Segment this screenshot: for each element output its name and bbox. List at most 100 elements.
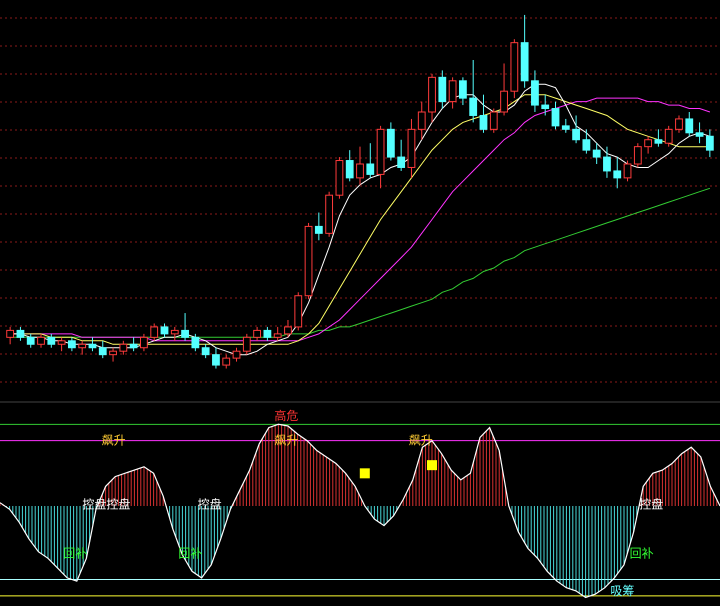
candle xyxy=(140,333,148,352)
candle-body xyxy=(705,135,714,151)
candle-body xyxy=(459,80,467,99)
candle xyxy=(438,70,447,109)
signal-label: 控盘 xyxy=(198,496,222,511)
candle xyxy=(531,70,539,112)
candle xyxy=(417,101,426,140)
candle-body xyxy=(675,118,683,130)
signal-label: 飙升 xyxy=(409,433,433,448)
candle-body xyxy=(397,156,406,168)
signal-label: 高危 xyxy=(274,408,298,423)
candle xyxy=(654,129,663,147)
candle-body xyxy=(386,128,395,158)
candle-body xyxy=(592,149,601,158)
candle-body xyxy=(572,128,580,141)
candle xyxy=(695,122,704,144)
candle-body xyxy=(16,329,25,338)
candle-body xyxy=(366,163,375,175)
candle-body xyxy=(26,336,35,345)
candle-body xyxy=(417,111,426,130)
candle-body xyxy=(685,118,694,134)
candle-body xyxy=(212,354,220,366)
candle-body xyxy=(78,343,87,349)
candle-body xyxy=(500,90,508,113)
candle xyxy=(644,136,653,154)
candle xyxy=(335,157,344,199)
signal-label: 吸筹 xyxy=(610,584,634,598)
candlestick-series xyxy=(6,14,714,369)
candle-body xyxy=(284,326,292,335)
candle xyxy=(78,340,87,355)
candle xyxy=(47,333,56,348)
candle-body xyxy=(448,80,457,103)
candle-body xyxy=(88,343,97,349)
candle xyxy=(633,143,642,168)
candle xyxy=(685,112,694,137)
candle-body xyxy=(541,104,550,110)
candle-body xyxy=(119,343,128,352)
candle xyxy=(170,326,179,341)
candle-body xyxy=(242,336,251,352)
candle xyxy=(109,347,117,362)
candle-body xyxy=(695,132,704,137)
candle xyxy=(16,326,25,341)
candle xyxy=(273,326,282,341)
candle xyxy=(294,292,303,331)
candle-body xyxy=(356,163,364,179)
candle xyxy=(37,333,45,348)
candle xyxy=(386,122,395,161)
candle-body xyxy=(109,350,117,356)
candle-body xyxy=(273,333,282,338)
candle-body xyxy=(613,170,622,179)
candle xyxy=(510,39,519,99)
candle xyxy=(551,101,560,130)
candle xyxy=(623,160,632,182)
candle-body xyxy=(510,42,519,92)
candle-body xyxy=(232,350,241,359)
candle xyxy=(314,212,323,241)
signal-label: 控盘 xyxy=(639,496,663,511)
signal-label: 控盘控盘 xyxy=(82,496,130,511)
candle-body xyxy=(623,163,632,179)
candle-body xyxy=(531,80,539,106)
candle xyxy=(479,94,488,133)
candle-body xyxy=(345,160,354,179)
candle-body xyxy=(201,347,210,356)
signal-label: 回补 xyxy=(630,546,654,560)
candle-body xyxy=(150,326,159,338)
signal-label: 回补 xyxy=(63,546,87,560)
candle-body xyxy=(428,76,436,113)
candle xyxy=(664,125,673,147)
candle-body xyxy=(67,340,76,349)
candle-body xyxy=(37,336,45,345)
candle-body xyxy=(263,329,272,338)
ma10-line xyxy=(10,94,710,345)
candle xyxy=(397,139,406,171)
candle-body xyxy=(603,156,611,172)
candle xyxy=(57,337,66,352)
signal-label: 飙升 xyxy=(274,433,298,448)
candle xyxy=(119,340,128,355)
ma5-line xyxy=(10,83,711,356)
candle xyxy=(561,118,570,133)
candle-body xyxy=(633,146,642,165)
candle xyxy=(500,63,508,116)
candle xyxy=(222,354,231,369)
candle xyxy=(572,115,580,144)
candle-body xyxy=(129,343,138,349)
candle-body xyxy=(304,225,313,297)
price-grid xyxy=(0,17,720,383)
candle-body xyxy=(644,139,653,148)
candle-body xyxy=(335,160,344,196)
candle-body xyxy=(253,329,261,338)
candle-body xyxy=(469,97,478,116)
candle xyxy=(129,337,138,352)
candle xyxy=(6,326,15,345)
candle-body xyxy=(582,139,591,151)
candle-body xyxy=(479,114,488,130)
oscillator-panel: 飙升控盘控盘回补 控盘回补 高危飙升 飙升控盘回补吸筹 xyxy=(0,408,720,599)
moving-average-lines xyxy=(10,83,711,356)
candle-body xyxy=(181,329,189,338)
candle-body xyxy=(438,76,447,103)
candle xyxy=(582,129,591,154)
candle-body xyxy=(57,340,66,345)
